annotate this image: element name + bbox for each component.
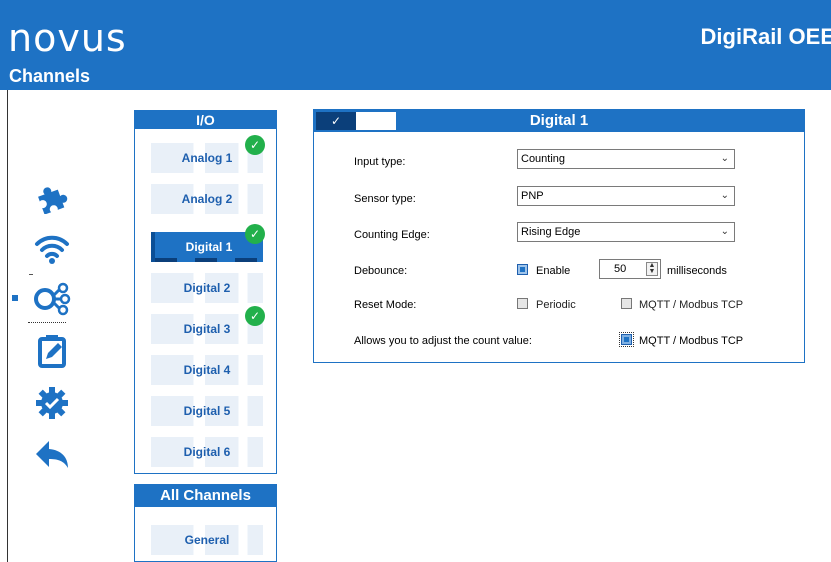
channel-label: Digital 1 [185, 240, 233, 254]
channel-label: Digital 3 [183, 322, 231, 336]
channels-icon[interactable] [30, 280, 74, 318]
adjust-mqtt-label: MQTT / Modbus TCP [639, 335, 744, 347]
reset-mqtt-label: MQTT / Modbus TCP [639, 299, 744, 311]
digital-panel-title: ✓ Digital 1 [314, 110, 804, 132]
channel-label: Digital 6 [183, 445, 231, 459]
check-badge-icon: ✓ [245, 306, 265, 326]
channel-button-digital-5[interactable]: Digital 5 [151, 396, 263, 426]
channel-label: Analog 1 [181, 151, 233, 165]
wifi-icon[interactable] [30, 230, 74, 268]
io-panel: I/O Analog 1 ✓ Analog 2 Digital 1 ✓ Digital 2… [134, 110, 277, 474]
debounce-value: 50 [614, 263, 627, 275]
spinner-arrows-icon[interactable]: ▲ ▼ [646, 262, 658, 276]
channel-label: Digital 5 [183, 404, 231, 418]
sensor-type-label: Sensor type: [354, 193, 416, 205]
active-indicator [12, 295, 18, 301]
chevron-down-icon: ⌄ [720, 226, 729, 237]
channel-button-digital-1[interactable]: Digital 1 ✓ [151, 224, 265, 262]
channel-button-analog-1[interactable]: Analog 1 ✓ [151, 135, 265, 173]
divider [7, 90, 8, 562]
reset-mqtt-checkbox[interactable] [621, 298, 632, 309]
channel-label: Digital 2 [183, 281, 231, 295]
tick-mark [29, 274, 33, 275]
enabled-check-icon[interactable]: ✓ [316, 112, 356, 130]
channel-label: Analog 2 [181, 192, 233, 206]
active-underline [28, 322, 66, 323]
debounce-spinner[interactable]: 50 ▲ ▼ [599, 259, 661, 279]
digital-config-panel: ✓ Digital 1 Input type: Counting ⌄ Senso… [313, 109, 805, 363]
chevron-down-icon: ⌄ [720, 153, 729, 164]
reset-mode-label: Reset Mode: [354, 299, 417, 311]
adjust-mqtt-checkbox[interactable] [619, 332, 634, 347]
channel-button-digital-6[interactable]: Digital 6 [151, 437, 263, 467]
toggle-off-segment[interactable] [356, 112, 396, 130]
check-badge-icon: ✓ [245, 135, 265, 155]
reset-periodic-checkbox[interactable] [517, 298, 528, 309]
debounce-label: Debounce: [354, 265, 408, 277]
debounce-enable-label: Enable [536, 265, 571, 277]
app-header: novus Channels DigiRail OEE [0, 0, 831, 90]
input-type-select[interactable]: Counting ⌄ [517, 149, 735, 169]
channel-button-analog-2[interactable]: Analog 2 [151, 184, 263, 214]
input-type-value: Counting [521, 153, 566, 165]
back-arrow-icon[interactable] [30, 436, 74, 474]
channel-button-digital-2[interactable]: Digital 2 [151, 273, 263, 303]
sensor-type-select[interactable]: PNP ⌄ [517, 186, 735, 206]
debounce-enable-checkbox[interactable] [517, 264, 528, 275]
input-type-label: Input type: [354, 156, 406, 168]
chevron-down-icon: ⌄ [720, 190, 729, 201]
channel-button-digital-4[interactable]: Digital 4 [151, 355, 263, 385]
digital-title-text: Digital 1 [529, 112, 589, 129]
channel-label: Digital 4 [183, 363, 231, 377]
counting-edge-label: Counting Edge: [354, 229, 430, 241]
debounce-unit: milliseconds [667, 265, 727, 277]
puzzle-icon[interactable] [30, 178, 74, 216]
novus-logo: novus [8, 16, 127, 60]
product-name: DigiRail OEE [700, 24, 831, 49]
clipboard-edit-icon[interactable] [30, 332, 74, 370]
check-badge-icon: ✓ [245, 224, 265, 244]
counting-edge-value: Rising Edge [521, 226, 581, 238]
reset-periodic-label: Periodic [536, 299, 576, 311]
page-title: Channels [9, 66, 91, 86]
sensor-type-value: PNP [521, 190, 544, 202]
gear-check-icon[interactable] [30, 384, 74, 422]
all-channels-title: All Channels [135, 485, 276, 507]
io-panel-title: I/O [135, 111, 276, 129]
all-channels-panel: All Channels General [134, 484, 277, 562]
counting-edge-select[interactable]: Rising Edge ⌄ [517, 222, 735, 242]
channel-button-digital-3[interactable]: Digital 3 ✓ [151, 306, 265, 344]
general-button[interactable]: General [151, 525, 263, 555]
adjust-count-label: Allows you to adjust the count value: [354, 335, 532, 347]
